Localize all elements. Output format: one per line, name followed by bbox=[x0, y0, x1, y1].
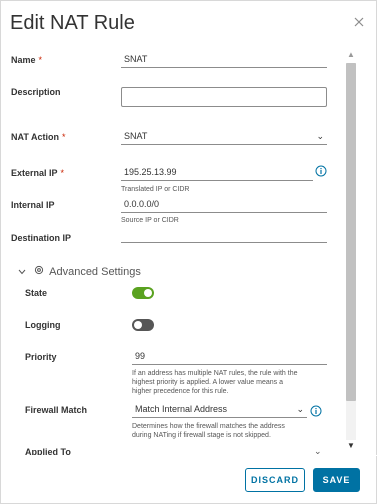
name-label: Name * bbox=[11, 55, 43, 65]
state-label: State bbox=[25, 288, 48, 298]
internal-ip-input[interactable]: 0.0.0.0/0 bbox=[121, 195, 327, 213]
firewall-match-helper-line: Determines how the firewall matches the … bbox=[132, 423, 285, 430]
scrollbar-thumb[interactable] bbox=[346, 63, 356, 401]
scrollbar[interactable]: ▲ ▼ bbox=[344, 49, 358, 454]
advanced-settings-label: Advanced Settings bbox=[49, 266, 141, 278]
toggle-knob bbox=[144, 289, 152, 297]
chevron-down-icon bbox=[18, 266, 27, 278]
firewall-match-helper-line: during NATing if firewall stage is not s… bbox=[132, 432, 271, 439]
internal-ip-helper: Source IP or CIDR bbox=[121, 217, 179, 224]
scroll-up-icon[interactable]: ▲ bbox=[346, 49, 356, 61]
scroll-down-icon[interactable]: ▼ bbox=[346, 440, 356, 452]
priority-helper-line: higher precedence for this rule. bbox=[132, 388, 229, 395]
external-ip-input[interactable]: 195.25.13.99 bbox=[121, 163, 313, 181]
destination-ip-label: Destination IP bbox=[11, 233, 72, 243]
firewall-match-value: Match Internal Address bbox=[135, 404, 228, 414]
footer-divider bbox=[1, 455, 377, 456]
priority-helper-line: If an address has multiple NAT rules, th… bbox=[132, 370, 298, 377]
close-button[interactable] bbox=[351, 14, 367, 30]
logging-toggle[interactable] bbox=[132, 319, 154, 331]
logging-label: Logging bbox=[25, 320, 61, 330]
description-label: Description bbox=[11, 87, 61, 97]
info-icon[interactable] bbox=[315, 164, 327, 177]
applied-to-row: Applied To ⌄ bbox=[1, 445, 344, 455]
advanced-settings-toggle[interactable]: Advanced Settings bbox=[18, 265, 141, 278]
applied-to-label: Applied To bbox=[25, 447, 71, 455]
priority-helper: If an address has multiple NAT rules, th… bbox=[132, 369, 327, 396]
firewall-match-select[interactable]: Match Internal Address ⌄ bbox=[132, 400, 307, 418]
discard-button[interactable]: DISCARD bbox=[245, 468, 305, 492]
nat-action-label: NAT Action * bbox=[11, 132, 66, 142]
internal-ip-label: Internal IP bbox=[11, 200, 55, 210]
name-input[interactable]: SNAT bbox=[121, 50, 327, 68]
external-ip-label: External IP * bbox=[11, 168, 65, 178]
chevron-down-icon: ⌄ bbox=[316, 131, 324, 141]
close-icon bbox=[354, 17, 364, 27]
nat-action-select[interactable]: SNAT ⌄ bbox=[121, 127, 327, 145]
dialog-title: Edit NAT Rule bbox=[10, 12, 135, 34]
edit-nat-rule-dialog: Edit NAT Rule Name * SNAT Description NAT… bbox=[0, 0, 377, 504]
gear-icon bbox=[34, 265, 46, 278]
destination-ip-input[interactable] bbox=[121, 225, 327, 243]
priority-input[interactable]: 99 bbox=[132, 347, 327, 365]
toggle-knob bbox=[134, 321, 142, 329]
chevron-down-icon: ⌄ bbox=[296, 404, 304, 414]
firewall-match-label: Firewall Match bbox=[25, 405, 88, 415]
chevron-down-icon: ⌄ bbox=[314, 446, 322, 455]
nat-action-value: SNAT bbox=[124, 131, 148, 141]
state-toggle[interactable] bbox=[132, 287, 154, 299]
description-input[interactable] bbox=[121, 87, 327, 107]
save-button[interactable]: SAVE bbox=[313, 468, 360, 492]
external-ip-helper: Translated IP or CIDR bbox=[121, 186, 190, 193]
firewall-match-helper: Determines how the firewall matches the … bbox=[132, 422, 327, 440]
info-icon[interactable] bbox=[310, 404, 322, 417]
priority-label: Priority bbox=[25, 352, 57, 362]
priority-helper-line: highest priority is applied. A lower val… bbox=[132, 379, 283, 386]
